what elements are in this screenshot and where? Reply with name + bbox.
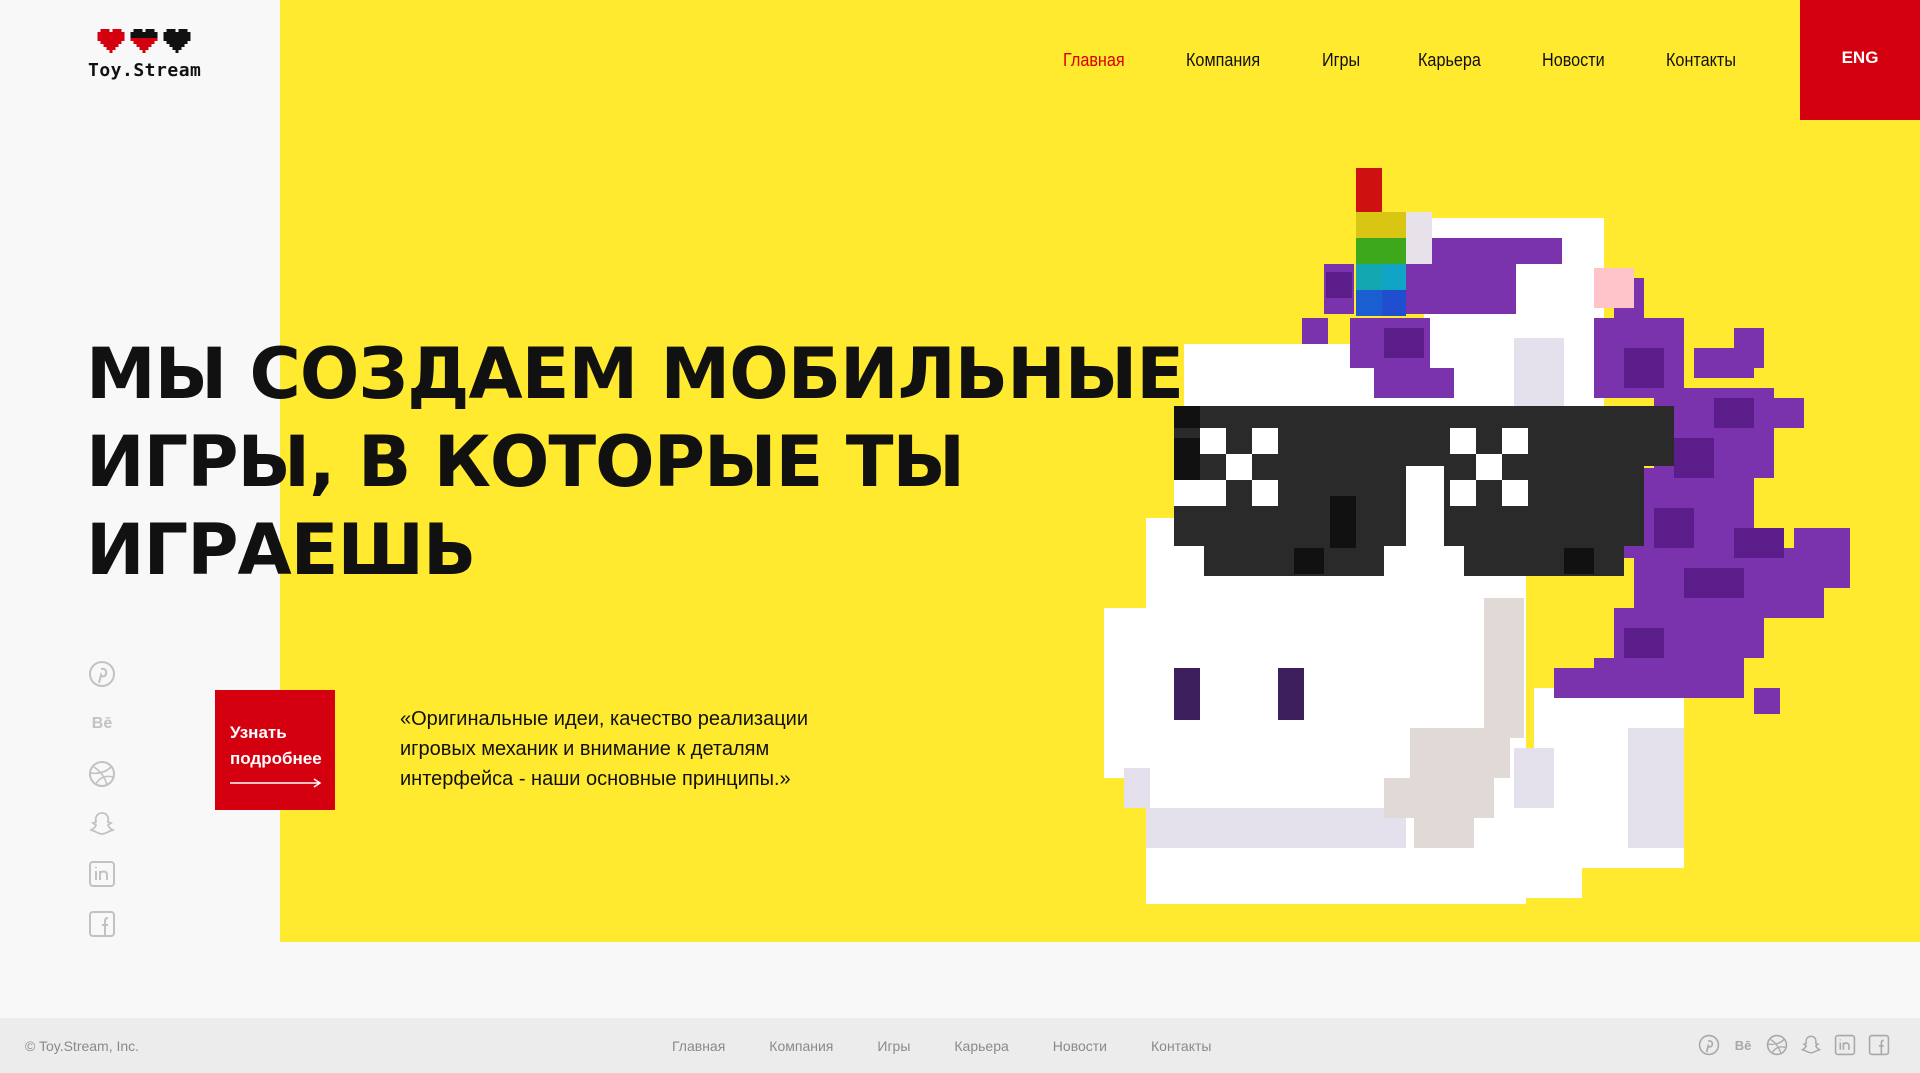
footer: © Toy.Stream, Inc. Главная Компания Игры… xyxy=(0,1018,1920,1073)
hearts-icon xyxy=(97,26,228,56)
logo[interactable]: Toy.Stream xyxy=(88,26,228,81)
copyright-text: © Toy.Stream, Inc. xyxy=(25,1038,140,1054)
arrow-right-icon xyxy=(230,778,322,788)
footer-link-company[interactable]: Компания xyxy=(769,1038,833,1054)
logo-text: Toy.Stream xyxy=(88,60,202,81)
footer-link-games[interactable]: Игры xyxy=(877,1038,910,1054)
nav-link-games[interactable]: Игры xyxy=(1322,50,1360,71)
pinterest-icon[interactable] xyxy=(88,660,116,688)
footer-link-home[interactable]: Главная xyxy=(672,1038,725,1054)
footer-social-links: Bē xyxy=(1698,1034,1890,1056)
linkedin-icon[interactable] xyxy=(88,860,116,888)
facebook-icon[interactable] xyxy=(1868,1034,1890,1056)
footer-link-news[interactable]: Новости xyxy=(1053,1038,1107,1054)
hero-quote: «Оригинальные идеи, качество реализации … xyxy=(400,704,840,794)
headline-line: игры, в которые ты xyxy=(86,421,965,503)
hero-headline: Мы создаем мобильные игры, в которые ты … xyxy=(86,330,1186,594)
nav-link-company[interactable]: Компания xyxy=(1186,50,1260,71)
dribbble-icon[interactable] xyxy=(88,760,116,788)
behance-icon[interactable]: Bē xyxy=(88,710,116,738)
nav-link-career[interactable]: Карьера xyxy=(1418,50,1481,71)
cta-label: подробнее xyxy=(230,749,322,768)
nav-link-contacts[interactable]: Контакты xyxy=(1666,50,1736,71)
quote-line: интерфейса - наши основные принципы.» xyxy=(400,768,791,790)
facebook-icon[interactable] xyxy=(88,910,116,938)
footer-nav: Главная Компания Игры Карьера Новости Ко… xyxy=(672,1038,1255,1054)
snapchat-icon[interactable] xyxy=(1800,1034,1822,1056)
behance-icon[interactable]: Bē xyxy=(1732,1034,1754,1056)
footer-link-contacts[interactable]: Контакты xyxy=(1151,1038,1211,1054)
headline-line: Мы создаем мобильные xyxy=(86,333,1184,415)
unicorn-illustration xyxy=(1104,168,1850,904)
language-switch-button[interactable]: ENG xyxy=(1800,0,1920,120)
cta-label: Узнать xyxy=(230,723,287,742)
dribbble-icon[interactable] xyxy=(1766,1034,1788,1056)
nav-link-news[interactable]: Новости xyxy=(1542,50,1605,71)
main-nav: Главная Компания Игры Карьера Новости Ко… xyxy=(1063,50,1798,71)
learn-more-button[interactable]: Узнать подробнее xyxy=(215,690,335,810)
footer-link-career[interactable]: Карьера xyxy=(954,1038,1008,1054)
nav-link-home[interactable]: Главная xyxy=(1063,50,1125,71)
pinterest-icon[interactable] xyxy=(1698,1034,1720,1056)
headline-line: играешь xyxy=(86,509,476,591)
linkedin-icon[interactable] xyxy=(1834,1034,1856,1056)
snapchat-icon[interactable] xyxy=(88,810,116,838)
quote-line: «Оригинальные идеи, качество реализации xyxy=(400,708,809,730)
social-links: Bē xyxy=(88,660,116,938)
quote-line: игровых механик и внимание к деталям xyxy=(400,738,770,760)
